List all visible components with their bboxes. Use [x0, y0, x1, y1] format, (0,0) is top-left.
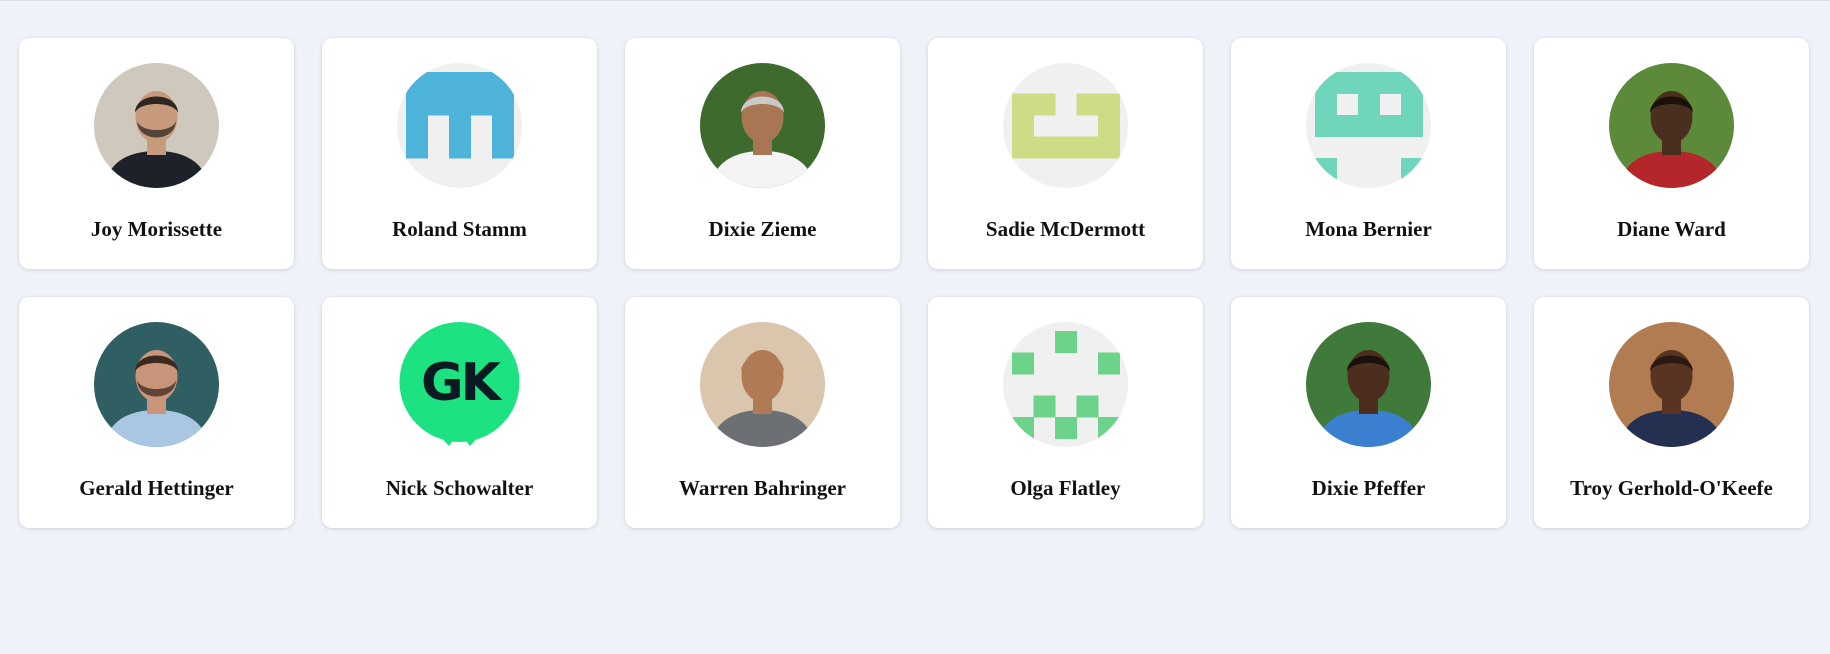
profile-photo	[94, 63, 219, 188]
profile-photo	[700, 63, 825, 188]
identicon-avatar	[397, 63, 522, 188]
user-name: Warren Bahringer	[678, 476, 846, 500]
identicon-avatar	[1003, 322, 1128, 447]
user-name: Mona Bernier	[1305, 217, 1432, 241]
user-card[interactable]: Sadie McDermott	[928, 38, 1203, 269]
user-card[interactable]: Roland Stamm	[322, 38, 597, 269]
user-avatar	[1003, 63, 1128, 188]
user-card[interactable]: GK Nick Schowalter	[322, 297, 597, 528]
user-card-grid: Joy Morissette Roland Stamm Dixie Zieme …	[19, 38, 1809, 528]
identicon-avatar	[1003, 63, 1128, 188]
user-card[interactable]: Olga Flatley	[928, 297, 1203, 528]
user-card[interactable]: Dixie Zieme	[625, 38, 900, 269]
user-card[interactable]: Warren Bahringer	[625, 297, 900, 528]
user-avatar	[1003, 322, 1128, 447]
user-avatar	[94, 322, 219, 447]
user-card[interactable]: Dixie Pfeffer	[1231, 297, 1506, 528]
user-card[interactable]: Mona Bernier	[1231, 38, 1506, 269]
user-avatar	[1609, 63, 1734, 188]
user-name: Joy Morissette	[90, 217, 223, 241]
user-avatar	[1306, 63, 1431, 188]
user-name: Diane Ward	[1617, 217, 1726, 241]
user-avatar	[700, 63, 825, 188]
profile-photo	[1306, 322, 1431, 447]
user-avatar	[397, 63, 522, 188]
identicon-avatar	[1306, 63, 1431, 188]
user-avatar	[94, 63, 219, 188]
user-name: Troy Gerhold-O'Keefe	[1570, 476, 1773, 500]
user-avatar	[1306, 322, 1431, 447]
svg-text:GK: GK	[421, 353, 503, 413]
user-name: Dixie Pfeffer	[1311, 476, 1426, 500]
user-card[interactable]: Troy Gerhold-O'Keefe	[1534, 297, 1809, 528]
user-card[interactable]: Gerald Hettinger	[19, 297, 294, 528]
profile-photo	[700, 322, 825, 447]
user-card[interactable]: Diane Ward	[1534, 38, 1809, 269]
user-name: Roland Stamm	[392, 217, 527, 241]
profile-photo	[1609, 322, 1734, 447]
user-avatar	[1609, 322, 1734, 447]
initials-avatar: GK	[397, 322, 522, 447]
user-name: Olga Flatley	[1010, 476, 1121, 500]
profile-photo	[1609, 63, 1734, 188]
user-card[interactable]: Joy Morissette	[19, 38, 294, 269]
top-divider	[0, 0, 1830, 1]
user-avatar: GK	[397, 322, 522, 447]
user-name: Gerald Hettinger	[79, 476, 234, 500]
user-name: Nick Schowalter	[385, 476, 534, 500]
user-name: Sadie McDermott	[985, 217, 1146, 241]
user-avatar	[700, 322, 825, 447]
profile-photo	[94, 322, 219, 447]
user-name: Dixie Zieme	[708, 217, 817, 241]
